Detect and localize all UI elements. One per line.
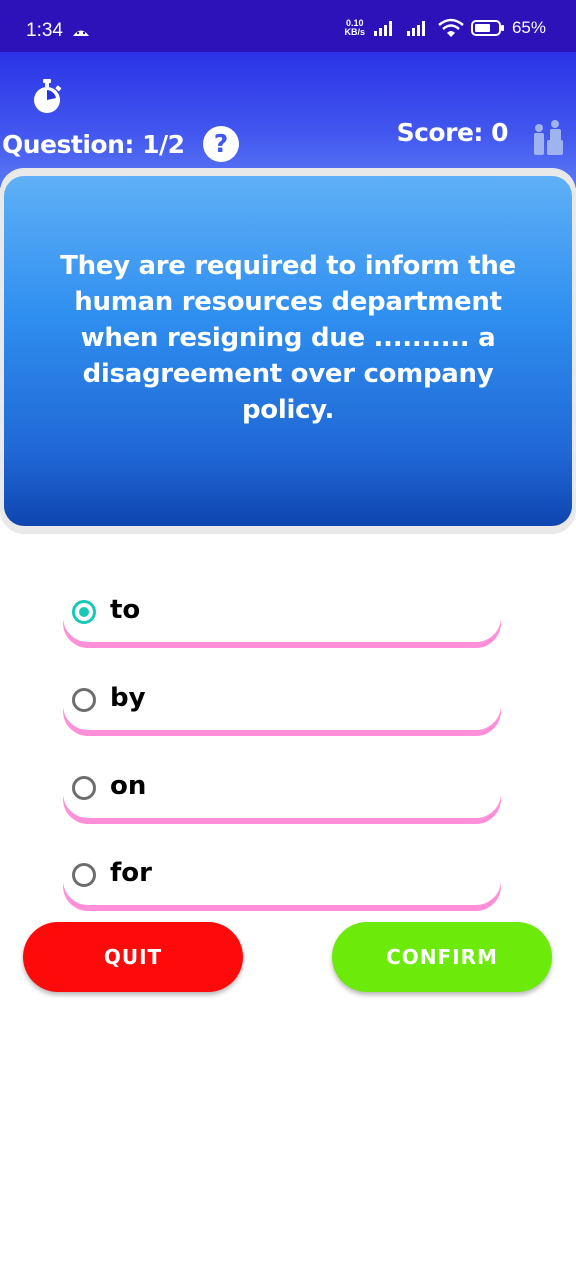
help-icon[interactable]: ? <box>203 126 239 162</box>
android-debug-icon <box>73 30 89 36</box>
option-on[interactable]: on <box>63 768 501 818</box>
option-label: by <box>110 683 146 713</box>
status-indicators: 0.10 KB/s 65% <box>344 18 546 38</box>
signal-icon-2 <box>406 21 425 36</box>
radio-button-selected[interactable] <box>72 600 96 624</box>
confirm-button[interactable]: CONFIRM <box>332 922 552 992</box>
leaderboard-icon[interactable] <box>528 120 568 158</box>
battery-level: 65% <box>511 18 546 37</box>
option-label: to <box>110 595 141 625</box>
option-for[interactable]: for <box>63 855 501 905</box>
option-label: for <box>110 858 152 888</box>
question-counter: Question: 1/2 <box>2 130 185 159</box>
radio-button[interactable] <box>72 863 96 887</box>
radio-button[interactable] <box>72 688 96 712</box>
radio-button[interactable] <box>72 776 96 800</box>
status-bar: 1:34 0.10 KB/s 65% <box>0 0 576 52</box>
battery-icon <box>470 20 504 36</box>
status-time: 1:34 <box>26 20 63 41</box>
wifi-icon <box>438 18 464 37</box>
score-display: Score: 0 <box>396 118 509 147</box>
question-text: They are required to inform the human re… <box>60 251 516 425</box>
option-to[interactable]: to <box>63 592 501 642</box>
timer-icon <box>34 79 62 113</box>
signal-icon <box>373 21 392 36</box>
option-by[interactable]: by <box>63 680 501 730</box>
network-speed-unit: KB/s <box>344 27 365 37</box>
quit-button[interactable]: QUIT <box>23 922 243 992</box>
network-speed: 0.10 KB/s <box>344 19 365 37</box>
question-card: They are required to inform the human re… <box>0 168 576 534</box>
question-panel: They are required to inform the human re… <box>4 176 572 526</box>
option-label: on <box>110 771 147 801</box>
